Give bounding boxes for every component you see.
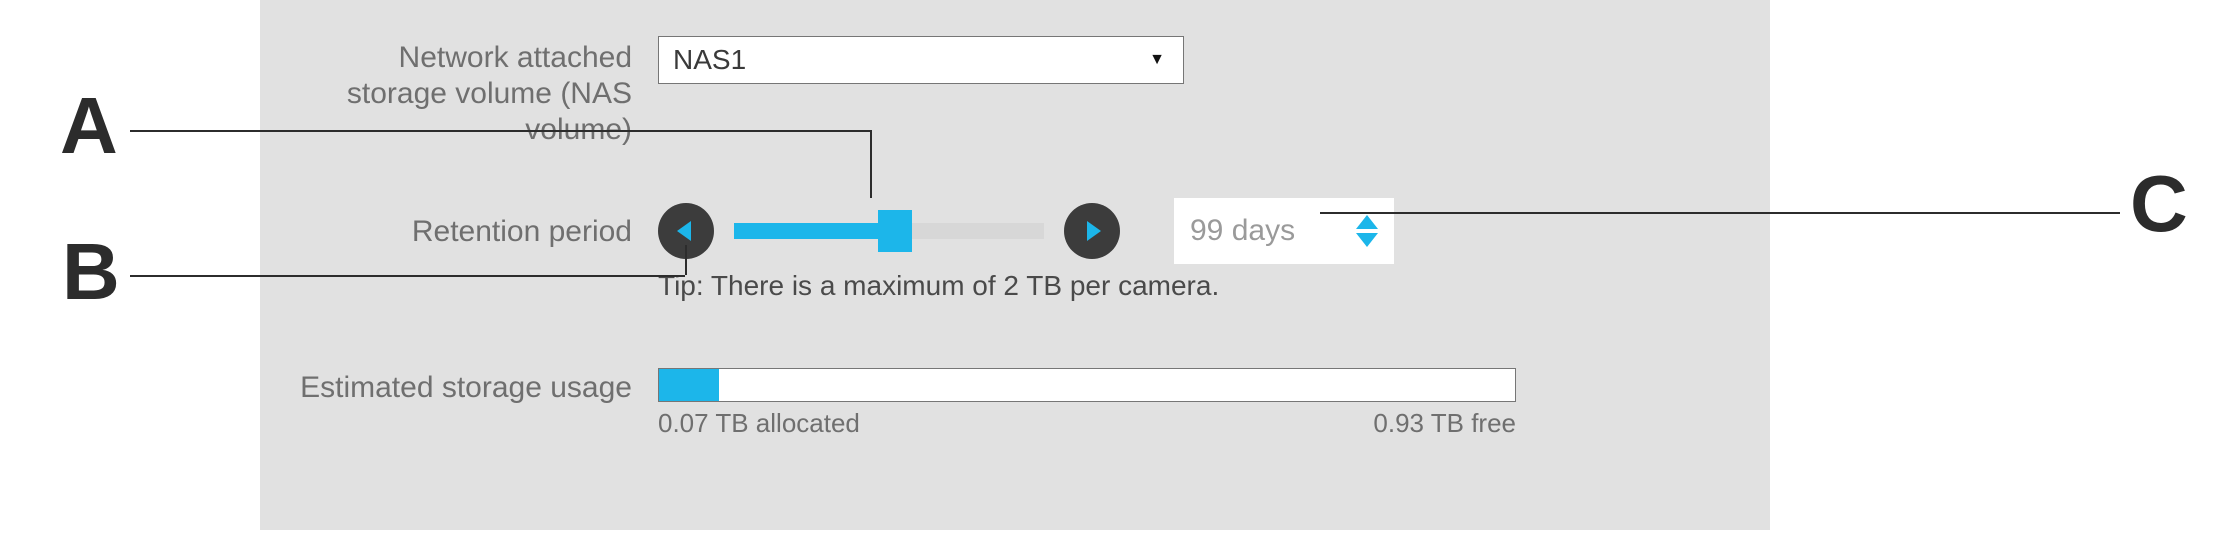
usage-free-text: 0.93 TB free — [1373, 408, 1516, 439]
leader-a-h — [130, 130, 870, 132]
stepper-arrows[interactable] — [1356, 215, 1378, 247]
leader-b-v — [685, 245, 687, 275]
slider-thumb[interactable] — [878, 210, 912, 252]
nas-control-col: NAS1 ▼ — [658, 36, 1730, 84]
usage-row: Estimated storage usage 0.07 TB allocate… — [300, 368, 1730, 439]
usage-label: Estimated storage usage — [300, 368, 658, 406]
retention-label: Retention period — [300, 198, 658, 250]
retention-stepper[interactable]: 99 days — [1174, 198, 1394, 264]
triangle-right-icon — [1083, 221, 1101, 241]
retention-tip: Tip: There is a maximum of 2 TB per came… — [658, 270, 1730, 302]
retention-increase-button[interactable] — [1064, 203, 1120, 259]
retention-value: 99 days — [1190, 214, 1295, 248]
usage-allocated-text: 0.07 TB allocated — [658, 408, 860, 439]
usage-fill — [659, 369, 719, 401]
retention-controls: 99 days — [658, 198, 1730, 264]
nas-volume-select[interactable]: NAS1 ▼ — [658, 36, 1184, 84]
stepper-up-icon[interactable] — [1356, 215, 1378, 229]
annotation-c: C — [2130, 164, 2188, 244]
settings-panel: Network attached storage volume (NAS vol… — [260, 0, 1770, 530]
nas-selected-value: NAS1 — [673, 44, 746, 76]
stepper-down-icon[interactable] — [1356, 233, 1378, 247]
leader-a-v — [870, 130, 872, 198]
leader-c-h — [1320, 212, 2120, 214]
annotation-a: A — [60, 86, 118, 166]
usage-bar — [658, 368, 1516, 402]
triangle-left-icon — [677, 221, 695, 241]
slider-fill — [734, 223, 895, 239]
usage-control-col: 0.07 TB allocated 0.93 TB free — [658, 368, 1730, 439]
chevron-down-icon: ▼ — [1149, 51, 1165, 69]
annotation-b: B — [62, 232, 120, 312]
usage-labels: 0.07 TB allocated 0.93 TB free — [658, 408, 1516, 439]
leader-b-h — [130, 275, 685, 277]
retention-slider[interactable] — [734, 223, 1044, 239]
